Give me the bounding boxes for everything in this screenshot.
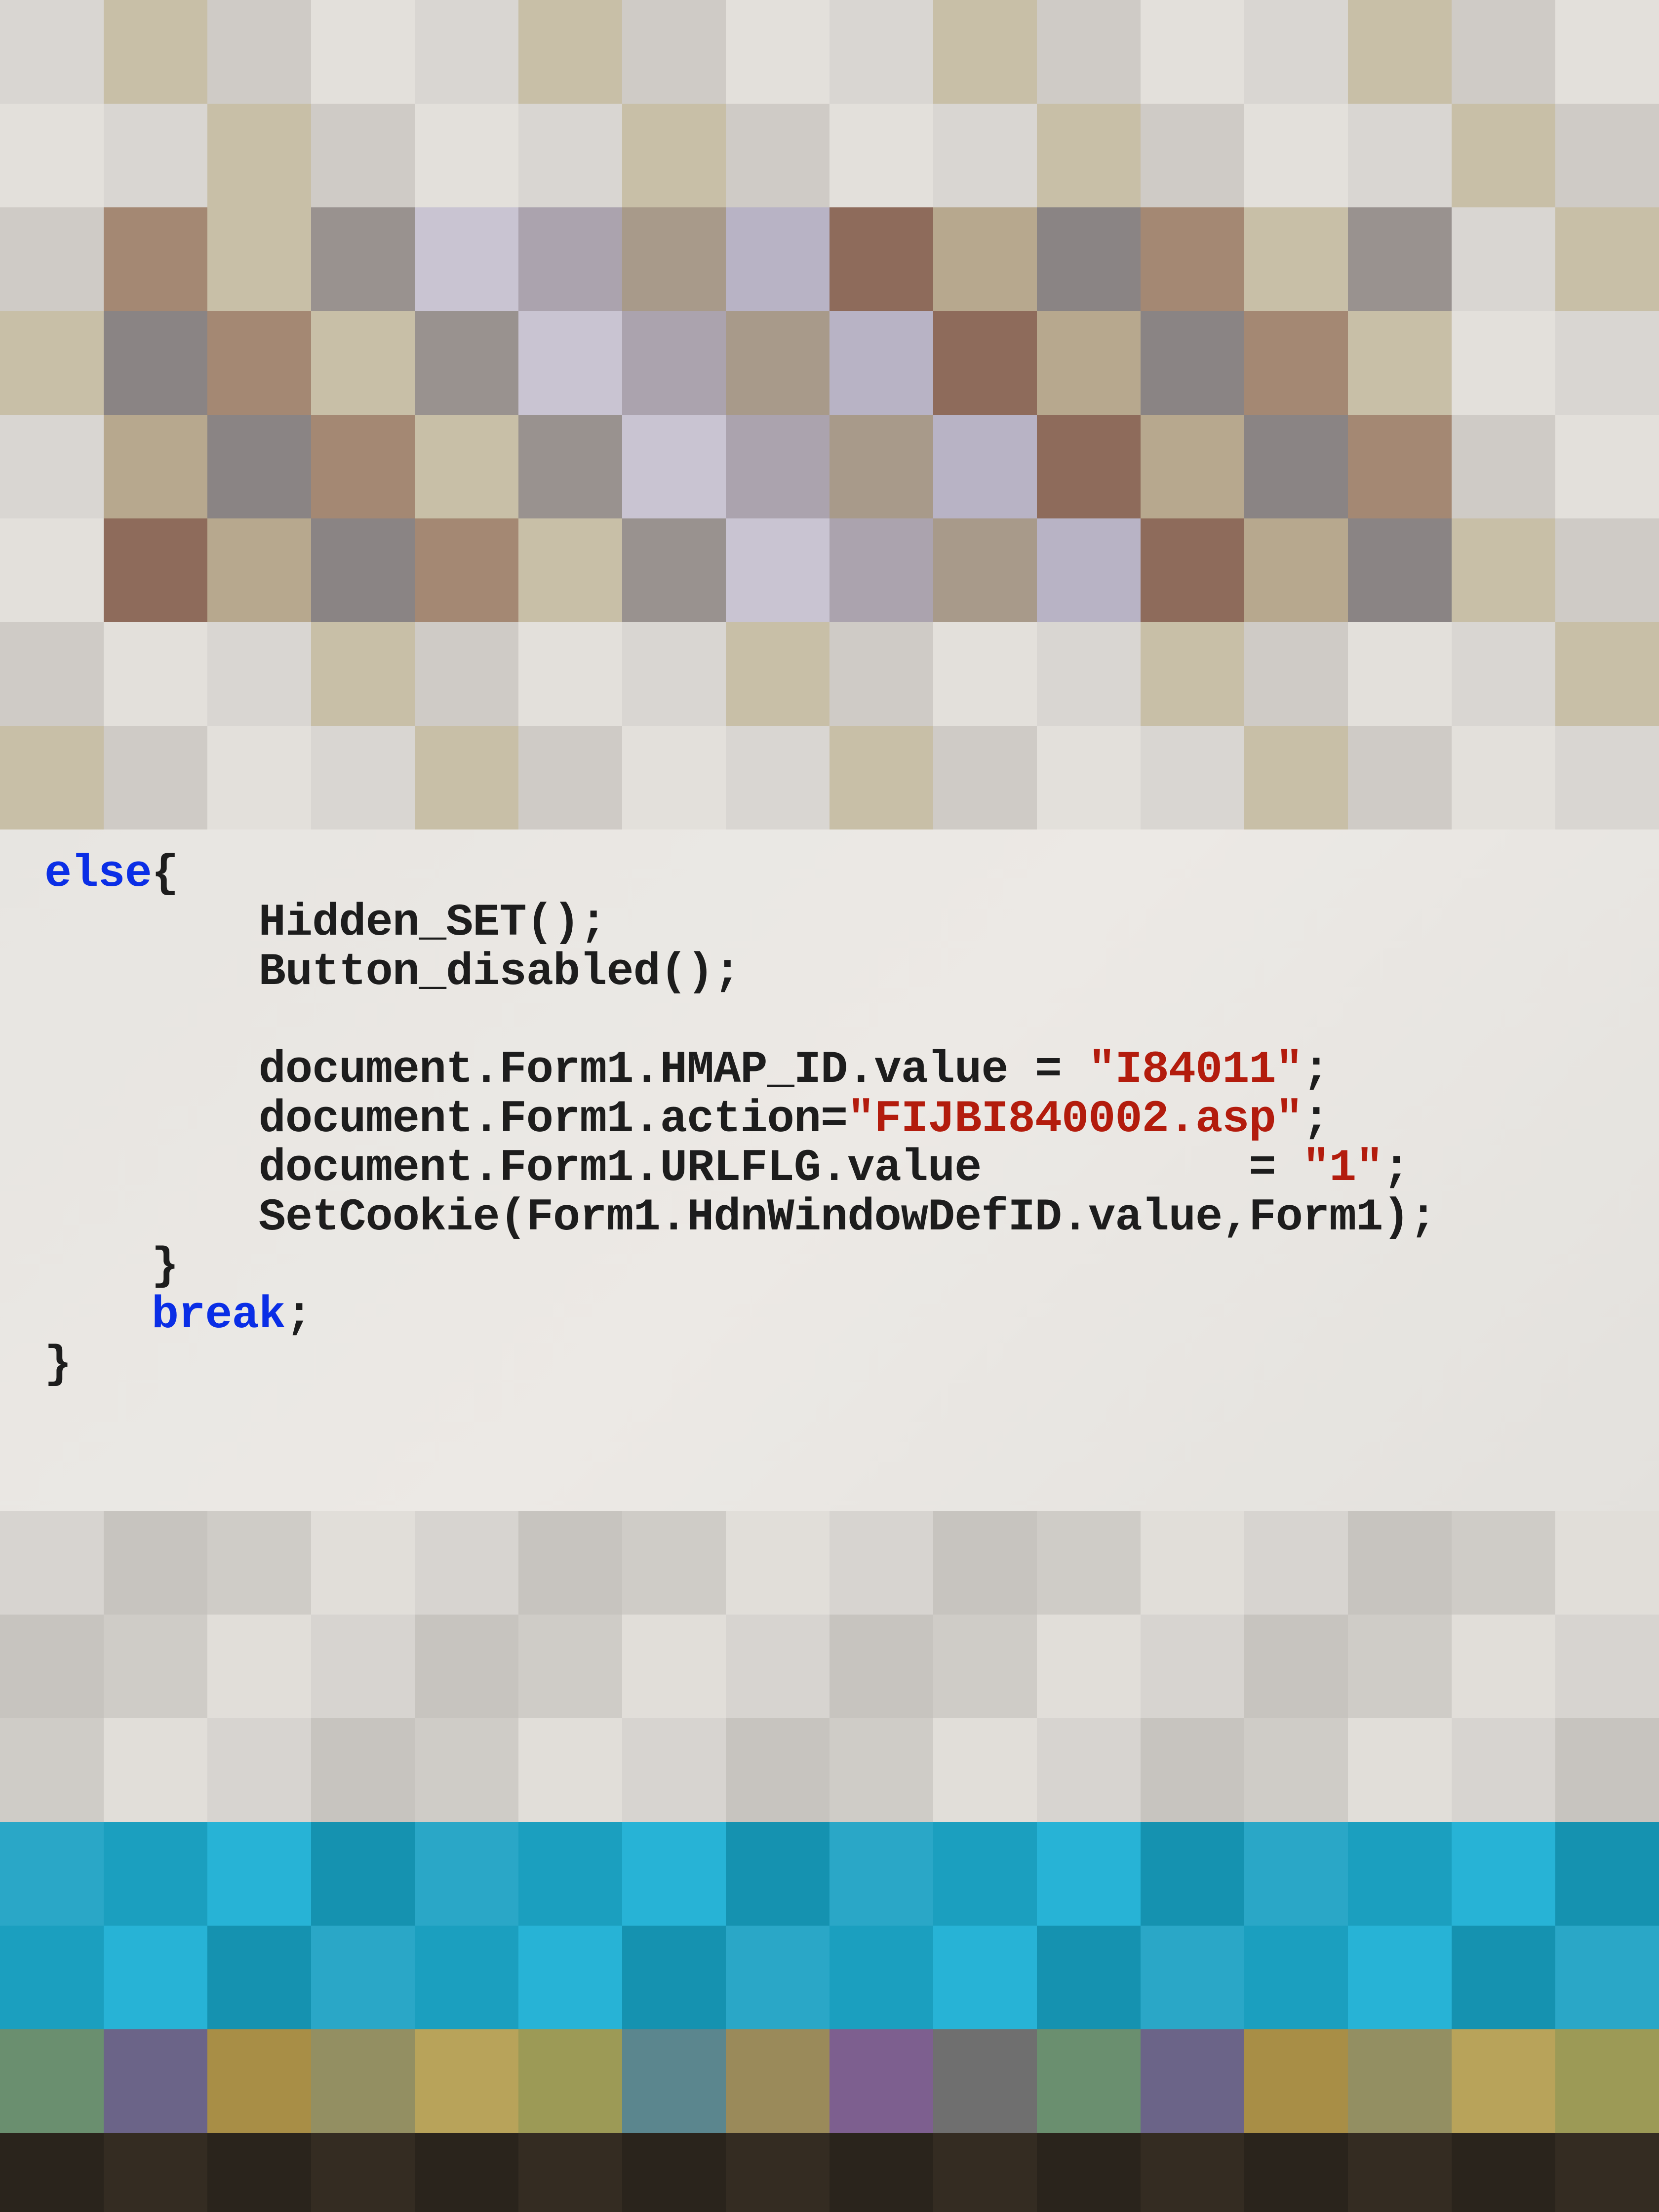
code-line: Hidden_SET(); xyxy=(44,897,606,948)
brace-close-inner: } xyxy=(44,1240,178,1292)
redacted-region-top xyxy=(0,0,1659,830)
indent xyxy=(44,1289,152,1341)
code-block: else{ Hidden_SET(); Button_disabled(); d… xyxy=(44,849,1659,1389)
screen: else{ Hidden_SET(); Button_disabled(); d… xyxy=(0,0,1659,2212)
string-literal: "1" xyxy=(1303,1142,1383,1194)
redacted-region-bottom xyxy=(0,1511,1659,2212)
semicolon: ; xyxy=(1303,1044,1329,1096)
code-line: document.Form1.action= xyxy=(44,1093,847,1145)
code-line: document.Form1.HMAP_ID.value = xyxy=(44,1044,1088,1096)
brace-open: { xyxy=(152,848,178,900)
keyword-else: else xyxy=(44,848,152,900)
string-literal: "FIJBI840002.asp" xyxy=(847,1093,1303,1145)
semicolon: ; xyxy=(1382,1142,1409,1194)
semicolon: ; xyxy=(1303,1093,1329,1145)
string-literal: "I84011" xyxy=(1088,1044,1303,1096)
keyword-break: break xyxy=(152,1289,285,1341)
code-line: document.Form1.URLFLG.value = xyxy=(44,1142,1303,1194)
semicolon: ; xyxy=(285,1289,312,1341)
code-line: Button_disabled(); xyxy=(44,946,740,998)
code-editor-viewport: else{ Hidden_SET(); Button_disabled(); d… xyxy=(0,830,1659,1511)
code-line: SetCookie(Form1.HdnWindowDefID.value,For… xyxy=(44,1191,1436,1243)
brace-close-outer: } xyxy=(44,1339,71,1390)
